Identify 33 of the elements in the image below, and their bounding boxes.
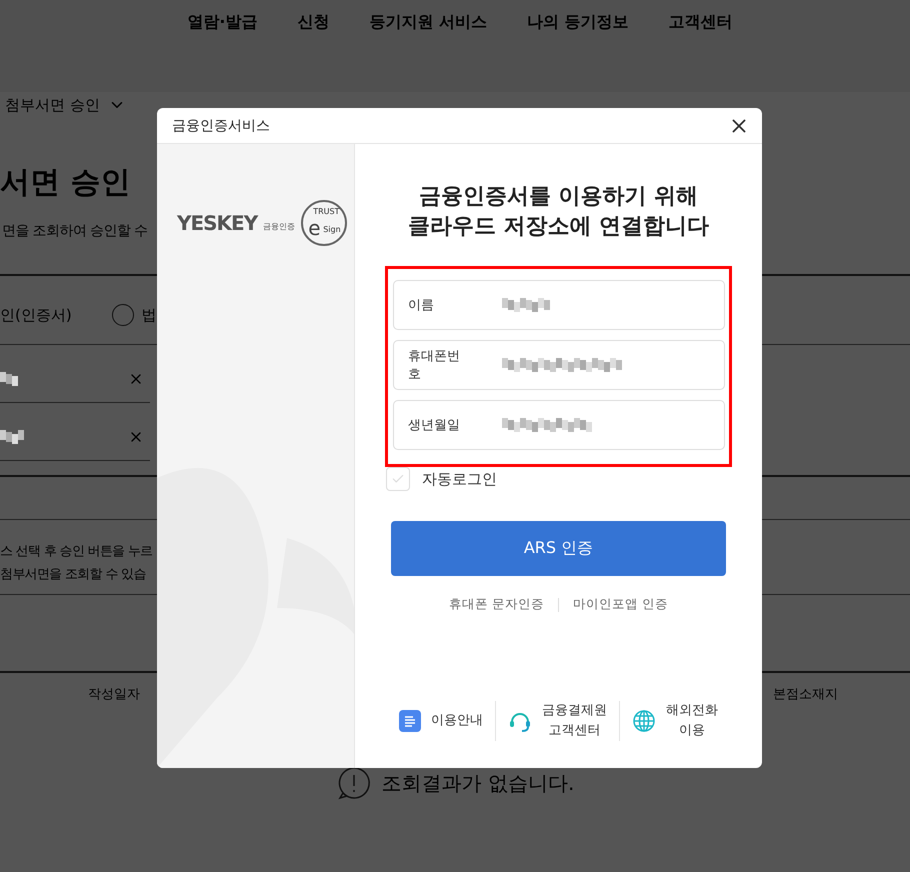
footer-link[interactable]: 금융결제원 고객센터 [542, 701, 607, 741]
auth-link[interactable]: 휴대폰 문자인증 [449, 596, 544, 613]
instruction-text: 첨부서면을 조회할 수 있습 [0, 566, 146, 584]
checkbox[interactable] [386, 467, 410, 491]
input-field[interactable]: 이름 [393, 280, 725, 330]
blurred-value-drawing [502, 298, 550, 312]
page-heading: 서면 승인 [0, 164, 130, 202]
radio-label: 법 [142, 306, 157, 324]
ars-button[interactable]: ARS 인증 [391, 521, 726, 576]
document-icon [399, 710, 421, 732]
globe-icon [632, 709, 656, 733]
field-label: 이름 [408, 297, 435, 314]
dialog-heading: 클라우드 저장소에 연결합니다 [408, 213, 710, 241]
auth-link[interactable]: 마이인포앱 인증 [573, 596, 668, 613]
blurred-value-drawing [0, 430, 24, 444]
radio-label: 인(인증서) [0, 306, 72, 324]
dialog-title: 금융인증서비스 [172, 116, 270, 134]
page-description: 면을 조회하여 승인할 수 [1, 222, 148, 241]
empty-message: 조회결과가 없습니다. [382, 770, 574, 796]
field-label: 휴대폰번호 [408, 348, 461, 383]
footer-link[interactable]: 이용안내 [431, 711, 483, 731]
dialog-heading: 금융인증서를 이용하기 위해 [418, 183, 698, 211]
footer-link[interactable]: 해외전화 이용 [666, 701, 718, 741]
instruction-text: 스 선택 후 승인 버튼을 누르 [0, 543, 152, 561]
input-field[interactable]: 휴대폰번호 [393, 340, 725, 390]
blurred-value-drawing [0, 372, 18, 386]
field-label: 생년월일 [408, 417, 461, 434]
checkbox-label: 자동로그인 [422, 470, 497, 488]
input-field[interactable]: 생년월일 [393, 400, 725, 450]
column-header: 작성일자 [88, 686, 140, 704]
alert-bubble-icon [336, 765, 372, 801]
column-header: 본점소재지 [773, 686, 838, 704]
radio-button[interactable] [112, 304, 134, 326]
